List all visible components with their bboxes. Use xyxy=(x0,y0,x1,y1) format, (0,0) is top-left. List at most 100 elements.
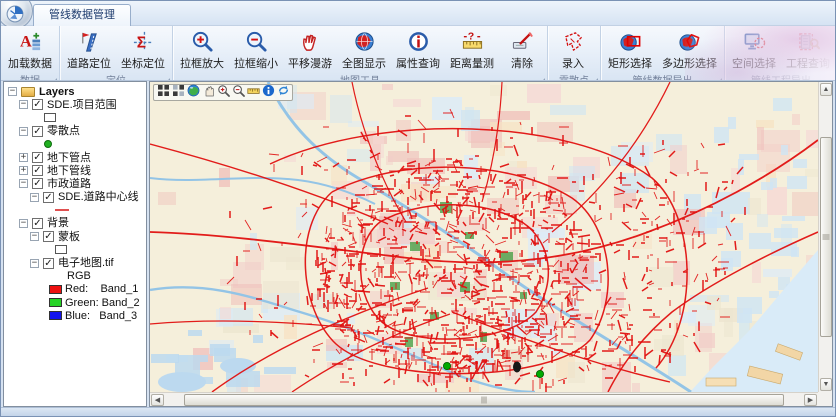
map-tool-zoom-rect[interactable] xyxy=(171,86,185,100)
ribbon-button-zoom-in-box[interactable]: 拉框放大 xyxy=(175,28,229,72)
tab-pipeline-data-management[interactable]: 管线数据管理 xyxy=(33,4,131,26)
layer-tree-row: + ✓ 地下管点 xyxy=(4,151,146,164)
collapse-icon[interactable]: − xyxy=(30,259,39,268)
ribbon-button-road-locate[interactable]: 道路定位 xyxy=(62,28,116,72)
collapse-icon[interactable]: − xyxy=(19,127,28,136)
pan-roam-icon xyxy=(299,30,322,58)
layer-checkbox[interactable]: ✓ xyxy=(43,231,54,242)
main-area: −Layers−✓SDE.项目范围−✓零散点+✓地下管点+✓地下管线−✓市政道路… xyxy=(1,81,835,407)
layer-label: RGB xyxy=(67,270,91,282)
layer-checkbox[interactable]: ✓ xyxy=(32,152,43,163)
ribbon-button-full-map[interactable]: 全图显示 xyxy=(337,28,391,72)
ribbon-button-rectangle-select[interactable]: 矩形选择 xyxy=(603,28,657,72)
ribbon-button-pan-roam[interactable]: 平移漫游 xyxy=(283,28,337,72)
layer-checkbox[interactable]: ✓ xyxy=(32,126,43,137)
ribbon-group-5: 空间选择工程查询管线工程导出◢ xyxy=(725,26,835,80)
scroll-left-button[interactable]: ◀ xyxy=(151,394,164,406)
ribbon-button-point-entry[interactable]: 录入 xyxy=(550,28,596,72)
fill-green-swatch xyxy=(49,298,62,307)
layer-tree-row: + ✓ 地下管线 xyxy=(4,164,146,177)
layer-checkbox[interactable]: ✓ xyxy=(32,178,43,189)
expand-icon[interactable]: + xyxy=(19,153,28,162)
svg-text:?: ? xyxy=(467,31,473,43)
attribute-query-icon xyxy=(407,30,430,58)
ribbon-group-label: 管线工程导出◢ xyxy=(725,72,835,81)
window-bottom-frame xyxy=(1,407,835,416)
horizontal-scroll-thumb[interactable] xyxy=(184,394,784,406)
scroll-up-button[interactable]: ▲ xyxy=(820,83,832,96)
ribbon-button-zoom-out-box[interactable]: 拉框缩小 xyxy=(229,28,283,72)
dot-green-swatch xyxy=(44,140,52,148)
map-tool-pan[interactable] xyxy=(201,86,215,100)
map-tool-zoom-in[interactable] xyxy=(216,86,230,100)
vertical-scroll-thumb[interactable] xyxy=(820,137,832,337)
vertical-scrollbar[interactable]: ▲ ▼ xyxy=(818,82,832,392)
ribbon-button-label: 拉框缩小 xyxy=(234,58,278,71)
layer-label[interactable]: 背景 xyxy=(47,217,69,229)
ribbon-button-spatial-select[interactable]: 空间选择 xyxy=(727,28,781,72)
scroll-right-button[interactable]: ▶ xyxy=(804,394,817,406)
layer-label[interactable]: SDE.道路中心线 xyxy=(58,191,139,203)
scroll-down-button[interactable]: ▼ xyxy=(820,378,832,391)
polygon-select-icon xyxy=(678,30,701,58)
expand-icon[interactable]: + xyxy=(19,166,28,175)
ribbon-button-label: 清除 xyxy=(511,58,533,71)
collapse-icon[interactable]: − xyxy=(8,87,17,96)
map-toolbar xyxy=(153,84,293,101)
map-tool-refresh[interactable] xyxy=(276,86,290,100)
ribbon-button-load-data[interactable]: A加载数据 xyxy=(3,28,57,72)
map-tool-identify[interactable] xyxy=(261,86,275,100)
ribbon-button-coordinate-locate[interactable]: Σ坐标定位 xyxy=(116,28,170,72)
zoom-in-box-icon xyxy=(191,30,214,58)
layers-panel: −Layers−✓SDE.项目范围−✓零散点+✓地下管点+✓地下管线−✓市政道路… xyxy=(3,81,147,407)
layer-checkbox[interactable]: ✓ xyxy=(32,99,43,110)
spatial-select-icon xyxy=(743,30,766,58)
ribbon-button-polygon-select[interactable]: 多边形选择 xyxy=(657,28,722,72)
line-red-swatch xyxy=(55,209,69,211)
map-tool-full-extent[interactable] xyxy=(156,86,170,100)
app-logo-icon xyxy=(6,5,24,23)
distance-measure-icon: ? xyxy=(461,30,484,58)
collapse-icon[interactable]: − xyxy=(19,100,28,109)
rect-hollow-swatch xyxy=(55,245,67,254)
scrollbar-corner xyxy=(818,392,832,406)
ribbon-button-project-query[interactable]: 工程查询 xyxy=(781,28,835,72)
layer-label[interactable]: Layers xyxy=(39,86,74,98)
ribbon-button-distance-measure[interactable]: ?距离量测 xyxy=(445,28,499,72)
map-tool-globe[interactable] xyxy=(186,86,200,100)
layer-label[interactable]: 蒙板 xyxy=(58,231,80,243)
project-query-icon xyxy=(797,30,820,58)
ribbon-button-label: 全图显示 xyxy=(342,58,386,71)
map-tool-measure[interactable] xyxy=(246,86,260,100)
horizontal-scrollbar[interactable]: ◀ ▶ xyxy=(150,392,818,406)
coordinate-locate-icon: Σ xyxy=(132,30,155,58)
layer-label[interactable]: 地下管线 xyxy=(47,165,91,177)
layer-checkbox[interactable]: ✓ xyxy=(43,258,54,269)
ribbon-button-clear[interactable]: 清除 xyxy=(499,28,545,72)
layer-label[interactable]: 地下管点 xyxy=(47,152,91,164)
collapse-icon[interactable]: − xyxy=(30,232,39,241)
collapse-icon[interactable]: − xyxy=(19,179,28,188)
dialog-launcher-icon[interactable]: ◢ xyxy=(52,78,57,81)
map-tool-zoom-out[interactable] xyxy=(231,86,245,100)
layer-label[interactable]: SDE.项目范围 xyxy=(47,99,117,111)
layer-label[interactable]: 电子地图.tif xyxy=(58,257,114,269)
layer-tree-row: Blue: Band_3 xyxy=(4,309,146,322)
collapse-icon[interactable]: − xyxy=(30,193,39,202)
ribbon-button-attribute-query[interactable]: 属性查询 xyxy=(391,28,445,72)
layer-checkbox[interactable]: ✓ xyxy=(43,192,54,203)
layer-tree-row: −✓ 背景 xyxy=(4,217,146,230)
layer-label[interactable]: 市政道路 xyxy=(47,178,91,190)
map-canvas[interactable] xyxy=(150,82,818,392)
ribbon-group-2: 拉框放大拉框缩小平移漫游全图显示属性查询?距离量测清除地图工具◢ xyxy=(173,26,548,80)
layer-tree-row: −✓ 蒙板 xyxy=(4,230,146,243)
layer-checkbox[interactable]: ✓ xyxy=(32,218,43,229)
clear-icon xyxy=(511,30,534,58)
app-window: 管线数据管理 A加载数据数据◢道路定位Σ坐标定位定位◢拉框放大拉框缩小平移漫游全… xyxy=(0,0,836,417)
collapse-icon[interactable]: − xyxy=(19,219,28,228)
layer-label: Red: Band_1 xyxy=(65,283,138,295)
layer-label[interactable]: 零散点 xyxy=(47,125,80,137)
ribbon-button-label: 空间选择 xyxy=(732,58,776,71)
application-orb-button[interactable] xyxy=(0,0,33,29)
layer-checkbox[interactable]: ✓ xyxy=(32,165,43,176)
